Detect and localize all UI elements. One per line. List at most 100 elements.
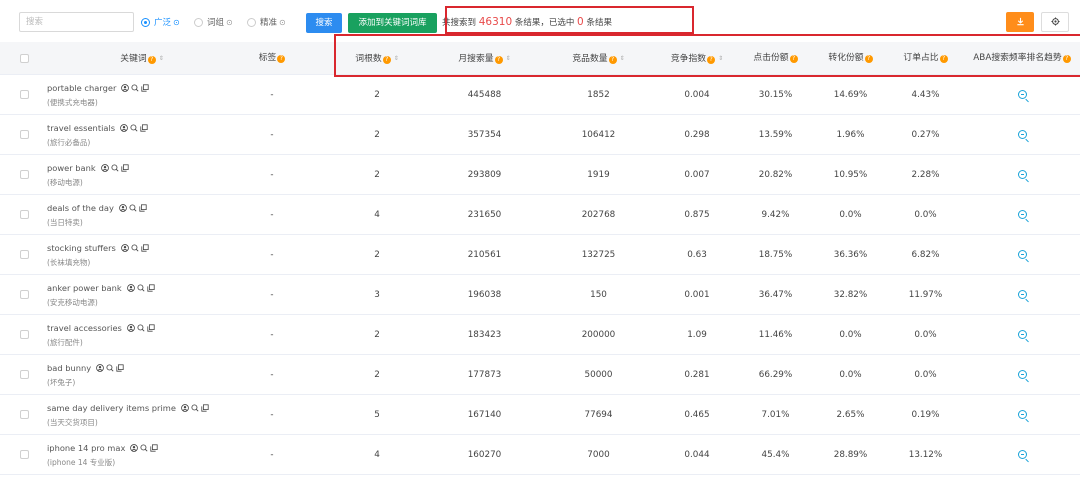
download-button[interactable] bbox=[1006, 12, 1034, 32]
search-icon[interactable] bbox=[131, 84, 139, 92]
highlight-box-metrics-header bbox=[334, 34, 1080, 77]
zoom-in-icon[interactable] bbox=[1017, 90, 1027, 99]
conversion-share-cell: 10.95% bbox=[833, 170, 868, 180]
user-icon[interactable] bbox=[121, 244, 129, 252]
table-row[interactable]: same day delivery items prime (当天交货项目) -… bbox=[0, 395, 1080, 435]
select-all-checkbox[interactable] bbox=[20, 54, 29, 63]
tag-cell: - bbox=[270, 450, 274, 460]
radio-dot-icon bbox=[194, 17, 203, 27]
user-icon[interactable] bbox=[181, 404, 189, 412]
product-count-cell: 202768 bbox=[581, 210, 616, 220]
copy-icon[interactable] bbox=[147, 284, 155, 292]
gear-icon bbox=[1050, 17, 1060, 26]
user-icon[interactable] bbox=[120, 124, 128, 132]
zoom-in-icon[interactable] bbox=[1017, 130, 1027, 139]
copy-icon[interactable] bbox=[141, 84, 149, 92]
row-checkbox[interactable] bbox=[20, 370, 29, 379]
radio-broad[interactable]: 广泛 ⊙ bbox=[141, 16, 180, 28]
monthly-search-cell: 167140 bbox=[467, 410, 502, 420]
copy-icon[interactable] bbox=[140, 124, 148, 132]
radio-phrase[interactable]: 词组 ⊙ bbox=[194, 16, 233, 28]
keyword-text[interactable]: travel accessories bbox=[47, 322, 122, 334]
row-checkbox[interactable] bbox=[20, 330, 29, 339]
keyword-text[interactable]: travel essentials bbox=[47, 122, 115, 134]
settings-button[interactable] bbox=[1041, 12, 1069, 32]
zoom-in-icon[interactable] bbox=[1017, 410, 1027, 419]
help-icon[interactable]: ⊙ bbox=[279, 18, 286, 27]
aba-trend-cell bbox=[966, 275, 1078, 315]
monthly-search-cell: 196038 bbox=[467, 290, 502, 300]
copy-icon[interactable] bbox=[121, 164, 129, 172]
product-count-cell: 1919 bbox=[587, 170, 610, 180]
user-icon[interactable] bbox=[126, 284, 135, 292]
search-icon[interactable] bbox=[191, 404, 199, 412]
search-icon[interactable] bbox=[111, 164, 119, 172]
search-icon[interactable] bbox=[129, 204, 137, 212]
help-icon[interactable]: ? bbox=[277, 55, 286, 63]
row-checkbox[interactable] bbox=[20, 170, 29, 179]
help-icon[interactable]: ⊙ bbox=[173, 18, 180, 27]
row-checkbox[interactable] bbox=[20, 130, 29, 139]
zoom-in-icon[interactable] bbox=[1017, 450, 1027, 459]
col-keyword[interactable]: 关键词? ⇕ bbox=[47, 42, 237, 75]
row-checkbox[interactable] bbox=[20, 290, 29, 299]
search-icon[interactable] bbox=[106, 364, 114, 372]
keyword-text[interactable]: same day delivery items prime bbox=[47, 402, 176, 414]
user-icon[interactable] bbox=[127, 324, 135, 332]
table-row[interactable]: iphone 14 pro max (iphone 14 专业版) - 4 16… bbox=[0, 435, 1080, 475]
add-to-keyword-library-button[interactable]: 添加到关键词词库 bbox=[348, 13, 437, 33]
row-checkbox[interactable] bbox=[20, 210, 29, 219]
zoom-in-icon[interactable] bbox=[1017, 170, 1027, 179]
zoom-in-icon[interactable] bbox=[1017, 290, 1027, 299]
keyword-text[interactable]: power bank bbox=[47, 162, 96, 174]
row-checkbox[interactable] bbox=[20, 250, 29, 259]
table-row[interactable]: deals of the day (当日特卖) - 4 231650 20276… bbox=[0, 195, 1080, 235]
search-input[interactable] bbox=[26, 13, 127, 31]
zoom-in-icon[interactable] bbox=[1017, 210, 1027, 219]
copy-icon[interactable] bbox=[147, 324, 155, 332]
table-row[interactable]: travel essentials (旅行必备品) - 2 357354 106… bbox=[0, 115, 1080, 155]
monthly-search-cell: 445488 bbox=[467, 90, 502, 100]
keyword-text[interactable]: stocking stuffers bbox=[47, 242, 116, 254]
search-icon[interactable] bbox=[137, 284, 145, 292]
user-icon[interactable] bbox=[96, 364, 105, 372]
table-row[interactable]: anker power bank (安克移动电源) - 3 196038 150 bbox=[0, 275, 1080, 315]
keyword-cell: portable charger (便携式充电器) bbox=[47, 82, 237, 109]
help-icon[interactable]: ? bbox=[147, 56, 156, 64]
radio-exact[interactable]: 精准 ⊙ bbox=[247, 16, 286, 28]
sort-icon[interactable]: ⇕ bbox=[159, 42, 164, 75]
keyword-cell: iphone 14 pro max (iphone 14 专业版) bbox=[47, 442, 237, 469]
help-icon[interactable]: ⊙ bbox=[226, 18, 233, 27]
user-icon[interactable] bbox=[100, 164, 109, 172]
copy-icon[interactable] bbox=[116, 364, 124, 372]
zoom-in-icon[interactable] bbox=[1017, 330, 1027, 339]
search-icon[interactable] bbox=[131, 244, 139, 252]
search-icon[interactable] bbox=[137, 324, 145, 332]
table-row[interactable]: power bank (移动电源) - 2 293809 1919 0.007 bbox=[0, 155, 1080, 195]
table-row[interactable]: travel accessories (旅行配件) - 2 183423 200… bbox=[0, 315, 1080, 355]
copy-icon[interactable] bbox=[141, 244, 149, 252]
zoom-in-icon[interactable] bbox=[1017, 250, 1027, 259]
table-row[interactable]: bad bunny (坏兔子) - 2 177873 50000 0.281 6… bbox=[0, 355, 1080, 395]
search-icon[interactable] bbox=[140, 444, 148, 452]
user-icon[interactable] bbox=[119, 204, 127, 212]
copy-icon[interactable] bbox=[201, 404, 209, 412]
search-icon[interactable] bbox=[130, 124, 138, 132]
row-checkbox[interactable] bbox=[20, 410, 29, 419]
zoom-in-icon[interactable] bbox=[1017, 370, 1027, 379]
keyword-text[interactable]: iphone 14 pro max bbox=[47, 442, 125, 454]
user-icon[interactable] bbox=[121, 84, 130, 92]
keyword-text[interactable]: bad bunny bbox=[47, 362, 91, 374]
copy-icon[interactable] bbox=[150, 444, 158, 452]
user-icon[interactable] bbox=[130, 444, 139, 452]
search-button[interactable]: 搜索 bbox=[306, 13, 342, 33]
keyword-text[interactable]: anker power bank bbox=[47, 282, 122, 294]
row-checkbox[interactable] bbox=[20, 90, 29, 99]
table-row[interactable]: stocking stuffers (长袜填充物) - 2 210561 132… bbox=[0, 235, 1080, 275]
keyword-text[interactable]: deals of the day bbox=[47, 202, 114, 214]
copy-icon[interactable] bbox=[139, 204, 147, 212]
keyword-text[interactable]: portable charger bbox=[47, 82, 116, 94]
search-input-wrapper[interactable] bbox=[19, 12, 134, 32]
row-checkbox[interactable] bbox=[20, 450, 29, 459]
table-row[interactable]: portable charger (便携式充电器) - 2 445488 185… bbox=[0, 75, 1080, 115]
